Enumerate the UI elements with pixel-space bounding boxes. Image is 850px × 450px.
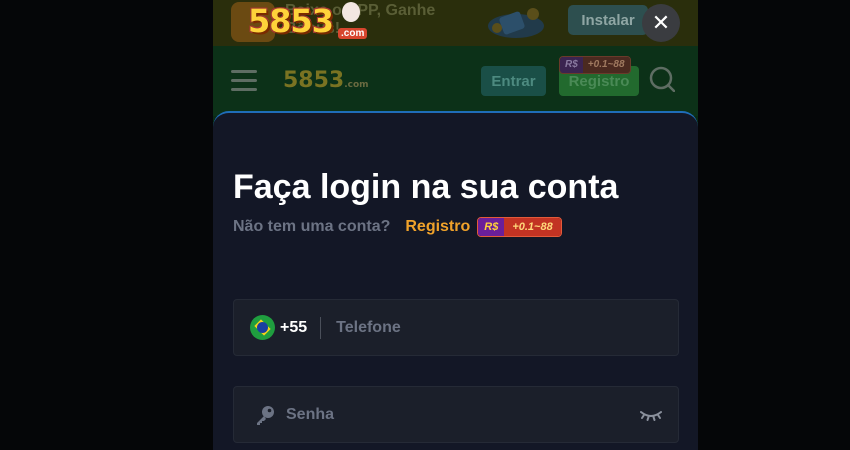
login-button[interactable]: Entrar	[481, 66, 546, 96]
login-title: Faça login na sua conta	[233, 168, 619, 206]
site-logo-suffix: .com	[338, 28, 368, 39]
header-logo[interactable]: 5853.com	[283, 68, 369, 93]
badge-currency: R$	[560, 57, 583, 73]
left-backdrop	[0, 0, 213, 450]
register-prompt: Não tem uma conta? Registro R$ +0.1~88	[233, 217, 562, 237]
site-logo: 5853 .com	[248, 2, 368, 40]
close-button[interactable]: ✕	[642, 4, 680, 42]
header-logo-suffix: .com	[344, 80, 369, 90]
bunny-mascot-icon	[342, 2, 360, 22]
register-bonus-badge: R$ +0.1~88	[559, 56, 631, 74]
promo-graphic	[488, 8, 544, 38]
site-logo-text: 5853	[248, 2, 334, 40]
brazil-flag-icon[interactable]	[250, 315, 275, 340]
login-sheet: Faça login na sua conta Não tem uma cont…	[213, 111, 698, 450]
password-field[interactable]	[233, 386, 679, 443]
register-link[interactable]: Registro	[405, 218, 470, 236]
app-frame: Baixe o APP, Ganhe Bônus! Instalar 5853.…	[213, 0, 698, 450]
menu-icon[interactable]	[231, 70, 257, 92]
install-button[interactable]: Instalar	[568, 5, 648, 35]
register-bonus-badge-inline: R$ +0.1~88	[477, 217, 562, 237]
badge-bonus-inline: +0.1~88	[504, 218, 561, 236]
badge-bonus: +0.1~88	[582, 57, 630, 73]
password-input[interactable]	[284, 404, 640, 425]
eye-closed-icon[interactable]	[640, 408, 662, 422]
search-icon[interactable]	[649, 66, 675, 92]
no-account-text: Não tem uma conta?	[233, 218, 391, 235]
phone-field[interactable]: +55	[233, 299, 679, 356]
header-logo-text: 5853	[283, 68, 345, 93]
key-icon	[257, 405, 274, 425]
right-backdrop	[698, 0, 850, 450]
site-header: 5853.com Entrar Registro R$ +0.1~88	[213, 46, 698, 116]
field-divider	[320, 316, 322, 339]
close-icon: ✕	[651, 10, 671, 35]
country-code[interactable]: +55	[280, 319, 307, 337]
badge-currency-inline: R$	[478, 218, 505, 236]
phone-input[interactable]	[334, 317, 678, 338]
